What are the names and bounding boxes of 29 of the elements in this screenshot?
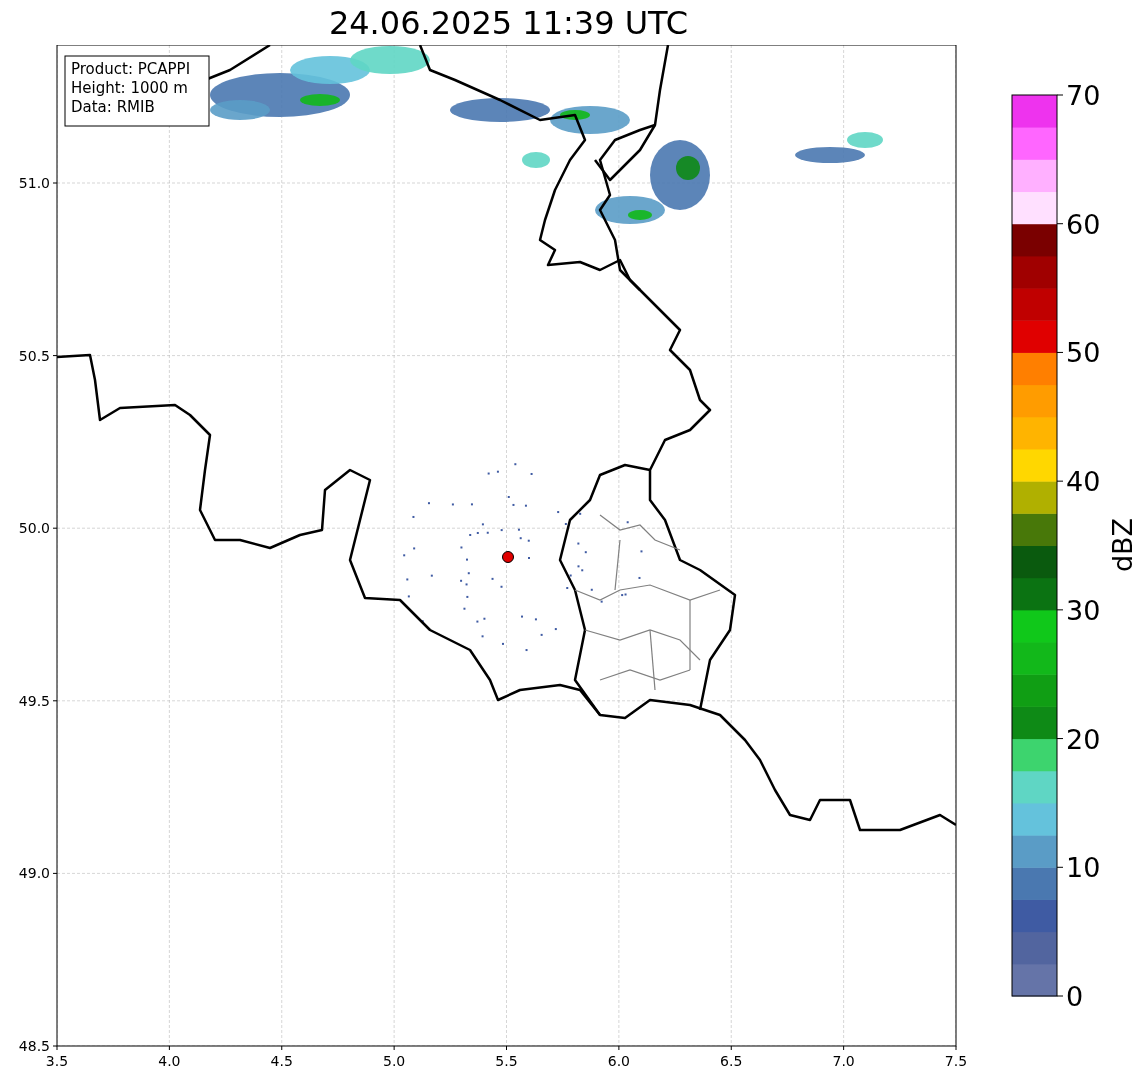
x-tick-label: 6.5 xyxy=(720,1053,743,1069)
y-tick-label: 51.0 xyxy=(18,175,50,191)
y-tick-label: 48.5 xyxy=(18,1038,50,1054)
x-tick-label: 5.0 xyxy=(383,1053,406,1069)
x-tick-label: 4.5 xyxy=(270,1053,293,1069)
colorbar-tick-label: 10 xyxy=(1066,852,1101,884)
info-text: Data: RMIB xyxy=(71,98,155,116)
y-tick-label: 50.0 xyxy=(18,520,50,537)
colorbar-tick-label: 40 xyxy=(1066,466,1101,498)
x-tick-label: 5.5 xyxy=(495,1053,518,1069)
colorbar-tick-label: 70 xyxy=(1066,80,1101,111)
y-tick-label: 49.0 xyxy=(18,865,50,882)
x-tick-label: 4.0 xyxy=(158,1053,181,1069)
chart-title: 24.06.2025 11:39 UTC xyxy=(328,6,689,39)
info-text: Height: 1000 m xyxy=(71,79,188,97)
y-tick-label: 50.5 xyxy=(18,347,50,364)
radar-site-marker xyxy=(502,551,514,563)
x-tick-label: 7.0 xyxy=(832,1053,855,1069)
x-tick-label: 3.5 xyxy=(45,1053,69,1069)
x-tick-label: 7.5 xyxy=(944,1053,968,1069)
colorbar-tick-label: 30 xyxy=(1066,594,1101,626)
colorbar-tick-label: 0 xyxy=(1066,981,1084,1012)
colorbar-tick-label: 20 xyxy=(1066,723,1101,755)
y-tick-label: 49.5 xyxy=(18,692,50,709)
x-tick-label: 6.0 xyxy=(607,1053,630,1069)
colorbar-label: dBZ xyxy=(1107,517,1138,573)
colorbar-tick-label: 50 xyxy=(1066,337,1101,369)
info-text: Product: PCAPPI xyxy=(71,60,191,78)
colorbar-tick-label: 60 xyxy=(1066,208,1101,240)
